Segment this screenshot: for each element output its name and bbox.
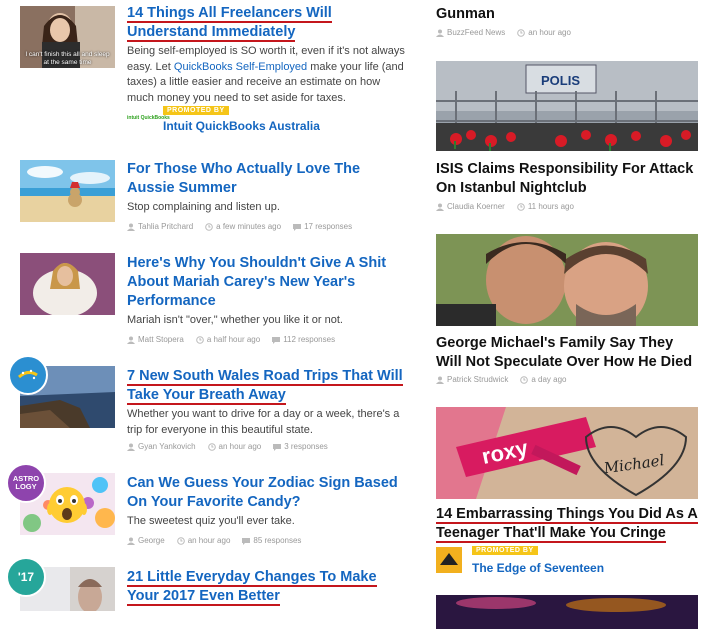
clock-icon <box>205 222 213 231</box>
movie-logo-icon <box>436 547 462 573</box>
star-map-icon <box>18 369 38 380</box>
article-meta: Patrick Strudwick a day ago <box>436 375 567 384</box>
user-icon <box>436 376 444 384</box>
astrology-badge: ASTRO LOGY <box>6 463 46 503</box>
author-name[interactable]: Gyan Yankovich <box>138 442 196 451</box>
author-name[interactable]: BuzzFeed News <box>447 28 505 37</box>
timestamp: an hour ago <box>528 28 571 37</box>
article-description: Whether you want to drive for a day or a… <box>127 408 400 436</box>
author-name[interactable]: George <box>138 536 165 545</box>
year-badge: '17 <box>6 557 46 597</box>
clock-icon <box>520 375 529 384</box>
article-image[interactable]: roxy Michael <box>436 407 698 499</box>
article-image[interactable]: POLIS <box>436 61 698 151</box>
user-icon <box>436 29 444 37</box>
response-count[interactable]: 85 responses <box>253 536 301 545</box>
article-meta: Tahlia Pritchard a few minutes ago 17 re… <box>127 222 352 231</box>
sponsor-link[interactable]: The Edge of Seventeen <box>472 561 604 575</box>
author-name[interactable]: Claudia Koerner <box>447 202 505 211</box>
user-icon <box>127 223 135 231</box>
timestamp: a half hour ago <box>206 335 261 344</box>
article-title[interactable]: 21 Little Everyday Changes To Make Your … <box>127 568 407 606</box>
article-description: The sweetest quiz you'll ever take. <box>127 515 295 527</box>
comment-icon <box>272 336 281 344</box>
article-description: Mariah isn't "over," whether you like it… <box>127 314 343 326</box>
user-icon <box>127 443 135 451</box>
comment-icon <box>273 443 282 451</box>
clock-icon <box>176 536 185 545</box>
article-title[interactable]: George Michael's Family Say They Will No… <box>436 334 701 372</box>
article-description: Being self-employed is SO worth it, even… <box>127 45 405 104</box>
response-count[interactable]: 3 responses <box>284 442 328 451</box>
response-count[interactable]: 112 responses <box>283 335 335 344</box>
user-icon <box>127 537 135 545</box>
author-name[interactable]: Tahlia Pritchard <box>138 222 193 231</box>
article-title[interactable]: For Those Who Actually Love The Aussie S… <box>127 160 407 198</box>
right-feed: Gunman BuzzFeed News an hour ago POLIS I… <box>436 0 698 629</box>
article-image[interactable] <box>436 595 698 629</box>
article-title[interactable]: Here's Why You Shouldn't Give A Shit Abo… <box>127 254 407 311</box>
sponsor-logo <box>436 547 462 573</box>
article-image[interactable] <box>436 234 698 326</box>
promoted-badge: PROMOTED BY <box>163 106 229 115</box>
article-title[interactable]: Gunman <box>436 5 701 24</box>
article-title[interactable]: 14 Things All Freelancers Will Understan… <box>127 4 407 42</box>
clock-icon <box>517 28 526 37</box>
author-name[interactable]: Patrick Strudwick <box>447 375 508 384</box>
article-title[interactable]: 7 New South Wales Road Trips That Will T… <box>127 367 407 405</box>
article-meta: Gyan Yankovich an hour ago 3 responses <box>127 442 328 451</box>
user-icon <box>436 203 444 211</box>
article-title[interactable]: 14 Embarrassing Things You Did As A Teena… <box>436 505 701 543</box>
sponsor-logo: intuit QuickBooks <box>127 115 170 121</box>
comment-icon <box>242 537 251 545</box>
timestamp: a few minutes ago <box>216 222 282 231</box>
response-count[interactable]: 17 responses <box>304 222 352 231</box>
timestamp: a day ago <box>531 375 567 384</box>
author-name[interactable]: Matt Stopera <box>138 335 184 344</box>
left-feed: I can't finish this all and sleep at the… <box>0 0 410 629</box>
timestamp: an hour ago <box>218 442 262 451</box>
article-meta: George an hour ago 85 responses <box>127 536 301 545</box>
clock-icon <box>207 442 216 451</box>
article-thumbnail[interactable] <box>20 253 115 315</box>
timestamp: 11 hours ago <box>527 202 574 211</box>
article-description: Stop complaining and listen up. <box>127 201 280 213</box>
article-meta: Claudia Koerner 11 hours ago <box>436 202 574 211</box>
comment-icon <box>293 223 302 231</box>
polis-sign: POLIS <box>541 73 580 88</box>
promoted-badge: PROMOTED BY <box>472 546 538 555</box>
article-thumbnail[interactable]: I can't finish this all and sleep at the… <box>20 6 115 68</box>
sponsor-link[interactable]: Intuit QuickBooks Australia <box>163 119 320 133</box>
article-meta: BuzzFeed News an hour ago <box>436 28 571 37</box>
user-icon <box>127 336 135 344</box>
clock-icon <box>196 335 204 344</box>
clock-icon <box>517 202 525 211</box>
quickbooks-link[interactable]: QuickBooks Self-Employed <box>174 61 307 73</box>
article-meta: Matt Stopera a half hour ago 112 respons… <box>127 335 335 344</box>
article-title[interactable]: Can We Guess Your Zodiac Sign Based On Y… <box>127 474 407 512</box>
article-thumbnail[interactable] <box>20 160 115 222</box>
timestamp: an hour ago <box>187 536 231 545</box>
thumb-caption: I can't finish this all and sleep at the… <box>25 51 110 66</box>
article-title[interactable]: ISIS Claims Responsibility For Attack On… <box>436 160 701 198</box>
nsw-badge <box>8 355 48 395</box>
